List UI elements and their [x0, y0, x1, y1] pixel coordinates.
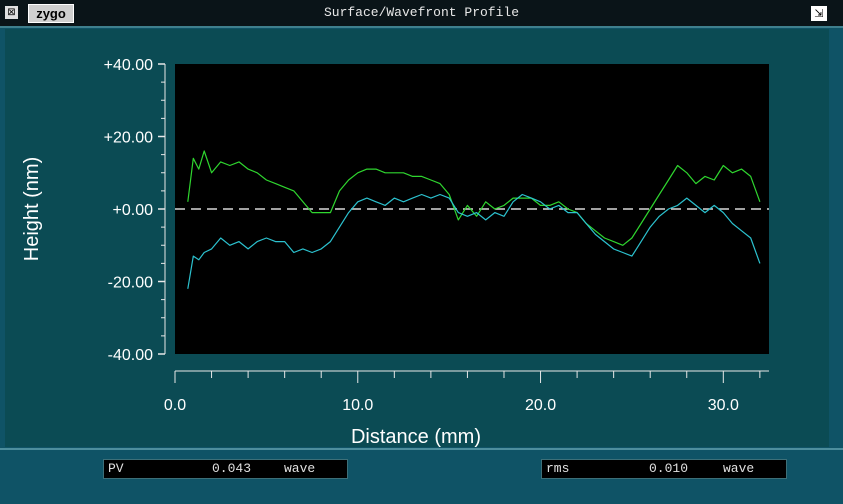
- rms-value: 0.010: [649, 461, 689, 476]
- y-axis-label: Height (nm): [21, 157, 43, 261]
- window-bottom-strip: [0, 483, 843, 504]
- x-tick-label: 10.0: [342, 397, 373, 414]
- window-title: Surface/Wavefront Profile: [323, 5, 520, 20]
- x-tick-label: 30.0: [708, 397, 739, 414]
- x-tick-label: 0.0: [164, 397, 186, 414]
- y-tick-label: +40.00: [104, 57, 153, 74]
- pv-label: PV: [108, 461, 124, 476]
- y-tick-label: +0.00: [113, 202, 154, 219]
- title-bar[interactable]: ⊠ zygo Surface/Wavefront Profile ⇲: [0, 0, 843, 28]
- plot-area: +40.00 +20.00 +0.00 -20.00 -40.00 0.0 10.0 20.…: [5, 29, 829, 447]
- rms-label: rms: [546, 461, 570, 476]
- status-bar: PV 0.043 wave rms 0.010 wave: [0, 448, 843, 485]
- y-tick-label: +20.00: [104, 130, 153, 147]
- pv-readout: PV 0.043 wave: [103, 459, 348, 479]
- y-tick-label: -40.00: [108, 347, 153, 364]
- x-axis-label: Distance (mm): [351, 426, 481, 447]
- x-tick-label: 20.0: [525, 397, 556, 414]
- profile-chart: +40.00 +20.00 +0.00 -20.00 -40.00 0.0 10.0 20.…: [21, 57, 769, 447]
- y-tick-label: -20.00: [108, 275, 153, 292]
- profile-window: ⊠ zygo Surface/Wavefront Profile ⇲ +40.0…: [0, 0, 843, 504]
- rms-readout: rms 0.010 wave: [541, 459, 787, 479]
- pv-unit: wave: [284, 461, 316, 476]
- pv-value: 0.043: [212, 461, 252, 476]
- rms-unit: wave: [723, 461, 755, 476]
- dock-icon[interactable]: ⇲: [811, 6, 827, 21]
